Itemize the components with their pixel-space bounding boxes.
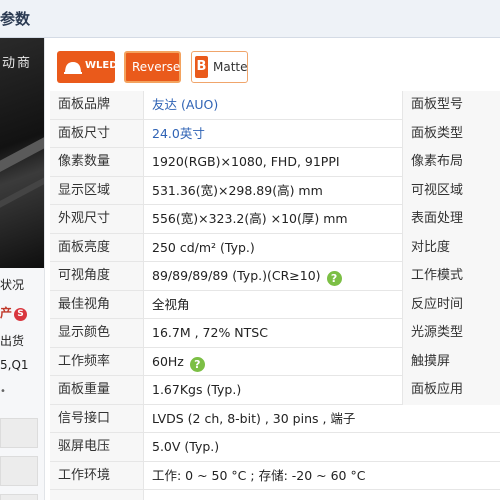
- help-icon[interactable]: ?: [189, 356, 205, 372]
- section-title: 参数: [0, 10, 31, 28]
- spec-right-label: 面板型号: [402, 91, 500, 120]
- spec-row: 像素数量 1920(RGB)×1080, FHD, 91PPI 像素布局: [50, 148, 500, 177]
- spec-label: 信号接口: [58, 410, 111, 426]
- spec-row: 最佳视角 全视角 反应时间: [50, 290, 500, 319]
- spec-right-label: 反应时间: [402, 290, 500, 319]
- spec-row: 信号接口 LVDS (2 ch, 8-bit) , 30 pins , 端子: [50, 405, 500, 433]
- spec-right-label: 工作模式: [402, 262, 500, 291]
- spec-right-label: 对比度: [402, 233, 500, 262]
- sidebar-bullet: •: [0, 386, 6, 397]
- spec-row: 工作频率 60Hz? 触摸屏: [50, 347, 500, 377]
- spec-value: 工作: 0 ~ 50 °C ; 存储: -20 ~ 60 °C: [152, 467, 366, 483]
- spec-label: 面板尺寸: [58, 125, 111, 141]
- panel-spec-page: 参数 动商 状况 产S 出货 5,Q1 • WLED Reverse B Mat…: [0, 0, 500, 500]
- spec-right-label: 可视区域: [402, 176, 500, 205]
- sidebar-line[interactable]: 出货: [0, 332, 44, 349]
- spec-label: 面板品牌: [58, 97, 111, 112]
- spec-value: 1920(RGB)×1080, FHD, 91PPI: [152, 154, 340, 169]
- spec-row: 可视角度 89/89/89/89 (Typ.)(CR≥10)? 工作模式: [50, 262, 500, 291]
- led-bulb-icon: [64, 62, 82, 74]
- spec-label: 外观尺寸: [58, 211, 111, 226]
- spec-row: 显示区域 531.36(宽)×298.89(高) mm 可视区域: [50, 176, 500, 205]
- section-header: 参数: [0, 0, 500, 38]
- spec-row: 面板重量 1.67Kgs (Typ.) 面板应用: [50, 376, 500, 405]
- sidebar-line[interactable]: 5,Q1: [0, 358, 44, 372]
- spec-value-text: 89/89/89/89 (Typ.)(CR≥10): [152, 268, 321, 283]
- spec-row: 外观尺寸 556(宽)×323.2(高) ×10(厚) mm 表面处理: [50, 205, 500, 234]
- promo-banner[interactable]: 动商: [0, 38, 44, 268]
- sidebar-thumb[interactable]: [0, 418, 38, 448]
- sidebar-line-highlight[interactable]: 产S: [0, 304, 44, 321]
- spec-value: 60Hz?: [152, 348, 205, 377]
- banner-text: 动商: [2, 56, 33, 71]
- spec-right-label: 光源类型: [402, 319, 500, 348]
- spec-label: 显示颜色: [58, 325, 111, 340]
- banner-stripe: [0, 167, 44, 215]
- spec-table: 面板品牌 友达 (AUO) 面板型号 面板尺寸 24.0英寸 面板类型 像素数量…: [50, 91, 500, 490]
- spec-value: LVDS (2 ch, 8-bit) , 30 pins , 端子: [152, 410, 356, 426]
- sidebar-line[interactable]: 状况: [0, 276, 44, 293]
- wled-badge[interactable]: WLED: [57, 51, 118, 83]
- sidebar-thumb[interactable]: [0, 456, 38, 486]
- spec-value-link[interactable]: 友达 (AUO): [152, 91, 218, 120]
- sidebar-thumb[interactable]: [0, 494, 38, 500]
- spec-right-label: 触摸屏: [402, 347, 500, 376]
- spec-row: 工作环境 工作: 0 ~ 50 °C ; 存储: -20 ~ 60 °C: [50, 462, 500, 490]
- spec-value: 5.0V (Typ.): [152, 439, 220, 454]
- spec-row: 面板品牌 友达 (AUO) 面板型号: [50, 91, 500, 120]
- s-badge-icon: S: [14, 308, 28, 321]
- wled-label: WLED: [85, 60, 118, 71]
- spec-label: 像素数量: [58, 154, 111, 169]
- spec-value-link[interactable]: 24.0英寸: [152, 120, 205, 149]
- spec-right-label: 表面处理: [402, 205, 500, 234]
- spec-label: 可视角度: [58, 268, 111, 283]
- banner-stripe: [0, 127, 44, 179]
- matte-badge[interactable]: B Matte: [191, 51, 248, 83]
- matte-icon: B: [195, 56, 208, 78]
- spec-label: 最佳视角: [58, 296, 111, 312]
- spec-label: 显示区域: [58, 182, 111, 198]
- spec-value: 全视角: [152, 296, 190, 312]
- spec-value: 250 cd/m² (Typ.): [152, 239, 255, 255]
- spec-label: 面板亮度: [58, 239, 111, 255]
- spec-label: 工作环境: [58, 467, 111, 483]
- spec-value: 16.7M , 72% NTSC: [152, 325, 268, 340]
- spec-right-label: 像素布局: [402, 148, 500, 177]
- spec-label: 面板重量: [58, 382, 111, 397]
- left-sidebar: 动商 状况 产S 出货 5,Q1 •: [0, 38, 45, 500]
- reverse-badge[interactable]: Reverse: [124, 51, 181, 83]
- spec-label: 工作频率: [58, 353, 111, 369]
- matte-label: Matte: [213, 60, 248, 74]
- spec-label: 驱屏电压: [58, 439, 111, 454]
- spec-value: 89/89/89/89 (Typ.)(CR≥10)?: [152, 262, 342, 291]
- spec-value: 531.36(宽)×298.89(高) mm: [152, 182, 323, 198]
- spec-row: 显示颜色 16.7M , 72% NTSC 光源类型: [50, 319, 500, 348]
- help-icon[interactable]: ?: [326, 271, 342, 286]
- reverse-label: Reverse: [132, 60, 181, 74]
- spec-value: 556(宽)×323.2(高) ×10(厚) mm: [152, 211, 348, 226]
- spec-row: 面板亮度 250 cd/m² (Typ.) 对比度: [50, 233, 500, 262]
- sidebar-line-text: 产: [0, 306, 13, 320]
- spec-right-label: 面板应用: [402, 376, 500, 405]
- spec-row: 面板尺寸 24.0英寸 面板类型: [50, 119, 500, 149]
- spec-row: 驱屏电压 5.0V (Typ.): [50, 433, 500, 462]
- spec-right-label: 面板类型: [402, 119, 500, 148]
- spec-value: 1.67Kgs (Typ.): [152, 382, 242, 397]
- spec-value-text: 60Hz: [152, 353, 184, 369]
